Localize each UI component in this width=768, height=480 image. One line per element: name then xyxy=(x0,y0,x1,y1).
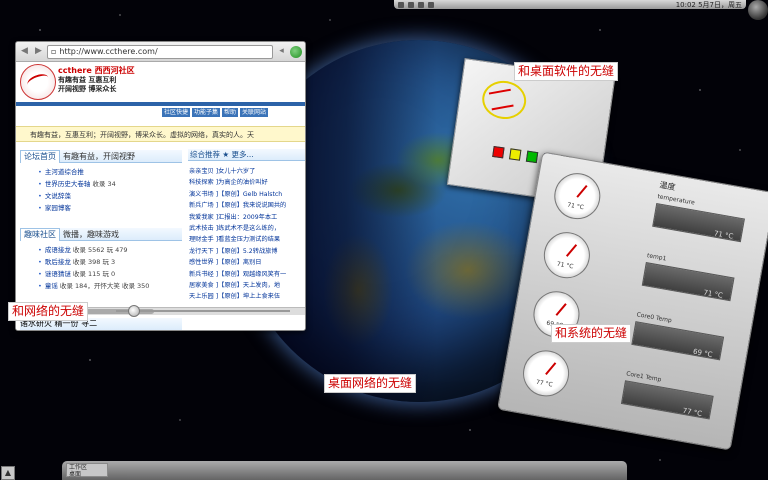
callout-system: 和系统的无缝 xyxy=(551,324,632,343)
web-page: ccthere 西西河社区 有趣有益 互惠互利 开阔视野 博采众长 社区快捷 功… xyxy=(16,62,305,330)
back-arrow-icon[interactable]: ◀ xyxy=(19,46,30,57)
news-item[interactable]: 龙行天下 ]【原创】5.2转战旅博 xyxy=(189,246,305,257)
url-text: http://www.ccthere.com/ xyxy=(59,46,158,56)
callout-desktop-software: 和桌面软件的无缝 xyxy=(514,62,619,81)
sensor-label: temp1 xyxy=(646,252,667,263)
gauge-needle xyxy=(576,184,588,198)
news-item[interactable]: 天上乐园 ]【原创】坤上上食来伍 xyxy=(189,291,305,302)
browser-widget[interactable]: ◀ ▶ ▫ http://www.ccthere.com/ ◂ ccthere … xyxy=(15,41,306,331)
temperature-widget[interactable]: 温度 71 °C temperature 71 °C 71 °C temp1 7… xyxy=(497,151,768,451)
nav-link-related[interactable]: 关联网站 xyxy=(240,108,269,117)
gauge-needle xyxy=(565,244,578,257)
desktop: 10:02 5月7日，周五 ◀ ▶ ▫ http://www.ccthere.c… xyxy=(0,0,768,480)
pen-icon[interactable] xyxy=(398,1,404,8)
forum-list: 主河道综合推 世界历史大卷轴 收录 34 文说辞藻 家园博客 xyxy=(38,166,116,214)
temp-gauge: 71 °C xyxy=(540,228,594,282)
volume-icon[interactable] xyxy=(418,1,424,8)
fun-list: 成语接龙 收录 5562 玩 479 歌后接龙 收录 398 玩 3 谜语猜谜 … xyxy=(38,244,150,292)
red-swatch[interactable] xyxy=(492,145,505,159)
system-menu-icon[interactable]: ▲ xyxy=(1,466,15,480)
temp-gauge: 77 °C xyxy=(519,346,573,401)
list-item[interactable]: 世界历史大卷轴 收录 34 xyxy=(38,178,116,190)
gauge-value: 71 °C xyxy=(566,201,585,212)
site-top-nav: 社区快捷 功能子集 帮助 关联网站 xyxy=(162,108,269,117)
widget-title: 温度 xyxy=(658,180,677,192)
yellow-swatch[interactable] xyxy=(508,148,522,161)
nav-link-shortcuts[interactable]: 社区快捷 xyxy=(162,108,191,117)
reload-icon[interactable] xyxy=(290,45,302,58)
gauge-needle xyxy=(545,362,557,376)
battery-icon[interactable] xyxy=(428,1,434,8)
red-scribble xyxy=(488,88,514,111)
site-header: ccthere 西西河社区 有趣有益 互惠互利 开阔视野 博采众长 xyxy=(20,64,170,100)
callout-network: 和网络的无缝 xyxy=(8,302,89,321)
bottom-panel: 工作区 桌面 xyxy=(62,461,627,480)
list-item[interactable]: 文说辞藻 xyxy=(38,190,116,202)
news-list: 亲亲宝贝 ]女儿十六岁了 科技探索 ]为高企的油价叫好 演义书场 ]【原创】Ge… xyxy=(189,166,305,303)
news-item[interactable]: 科技探索 ]为高企的油价叫好 xyxy=(189,177,305,188)
news-item[interactable]: 武术技击 ]练武术不是这么练的， xyxy=(189,223,305,234)
nav-link-features[interactable]: 功能子集 xyxy=(192,108,221,117)
news-item[interactable]: 理财金手 ]看蓝金压力测试的结果 xyxy=(189,234,305,245)
task-label: 工作区 xyxy=(69,464,88,471)
url-input[interactable]: ▫ http://www.ccthere.com/ xyxy=(47,44,273,59)
news-item[interactable]: 新兵书经 ]【原创】观越缘风笑有一 xyxy=(189,269,305,280)
list-item[interactable]: 谜语猜谜 收录 115 玩 0 xyxy=(38,268,149,280)
forward-arrow-icon[interactable]: ▶ xyxy=(33,46,44,57)
fun-section-subtitle: 微播，趣味游戏 xyxy=(63,230,119,239)
news-item[interactable]: 演义书场 ]【原创】Gelb Halstch xyxy=(189,189,305,200)
tab-fun-community[interactable]: 趣味社区 xyxy=(20,228,60,241)
site-name: ccthere 西西河社区 xyxy=(58,66,135,75)
news-item[interactable]: 亲亲宝贝 ]女儿十六岁了 xyxy=(189,166,305,177)
list-item[interactable]: 主河道综合推 xyxy=(38,166,116,178)
list-item[interactable]: 家园博客 xyxy=(38,202,116,214)
panel-clock[interactable]: 10:02 5月7日，周五 xyxy=(676,0,742,10)
temp-gauge: 71 °C xyxy=(550,169,604,223)
news-item[interactable]: 我爱我家 ]汇报出：2009年本工 xyxy=(189,212,305,223)
forum-section-header: 论坛首页 有趣有益，开阔视野 xyxy=(20,150,182,163)
taskbar-item[interactable]: 工作区 桌面 xyxy=(66,463,108,478)
gauge-needle xyxy=(555,303,567,316)
tab-forum-home[interactable]: 论坛首页 xyxy=(20,150,60,163)
green-swatch[interactable] xyxy=(525,150,539,164)
header-color-bar xyxy=(16,102,305,106)
top-panel: 10:02 5月7日，周五 xyxy=(394,0,746,9)
list-item[interactable]: 童谣 收录 184，开怀大笑 收录 350 xyxy=(38,280,150,292)
nav-link-help[interactable]: 帮助 xyxy=(222,108,239,117)
bookmark-icon[interactable]: ◂ xyxy=(276,46,287,57)
browser-nav-bar: ◀ ▶ ▫ http://www.ccthere.com/ ◂ xyxy=(16,42,305,62)
fun-section-header: 趣味社区 微播，趣味游戏 xyxy=(20,228,182,241)
zoom-slider-handle[interactable] xyxy=(128,305,140,317)
news-item[interactable]: 新兵广场 ]【原创】我来说说国共的 xyxy=(189,200,305,211)
list-item[interactable]: 成语接龙 收录 5562 玩 479 xyxy=(38,244,149,256)
site-slogan: 有趣有益 互惠互利 开阔视野 博采众长 xyxy=(58,76,116,94)
task-label: 桌面 xyxy=(69,471,82,478)
list-item[interactable]: 歌后接龙 收录 398 玩 3 xyxy=(38,256,149,268)
site-logo-icon[interactable] xyxy=(20,64,56,100)
dashboard-corner-icon[interactable] xyxy=(748,0,768,20)
news-item[interactable]: 感性世界 ]【原创】离别日 xyxy=(189,257,305,268)
callout-desktop-network: 桌面网络的无缝 xyxy=(324,374,417,393)
page-icon: ▫ xyxy=(51,46,57,56)
gauge-value: 71 °C xyxy=(556,260,574,271)
news-section-header[interactable]: 综合推荐 ★ 更多... xyxy=(188,149,305,161)
gauge-value: 77 °C xyxy=(535,378,554,389)
forum-section-subtitle: 有趣有益，开阔视野 xyxy=(63,152,135,161)
network-icon[interactable] xyxy=(408,1,414,8)
motto-banner: 有趣有益，互惠互利；开阔视野，博采众长。虚拟的网络，真实的人。天 xyxy=(16,126,305,142)
slogan-line-2: 开阔视野 博采众长 xyxy=(58,85,117,93)
zoom-slider-track[interactable] xyxy=(116,310,290,312)
slogan-line-1: 有趣有益 互惠互利 xyxy=(58,76,117,84)
news-item[interactable]: 居家美食 ]【原创】天上发肉，地 xyxy=(189,280,305,291)
